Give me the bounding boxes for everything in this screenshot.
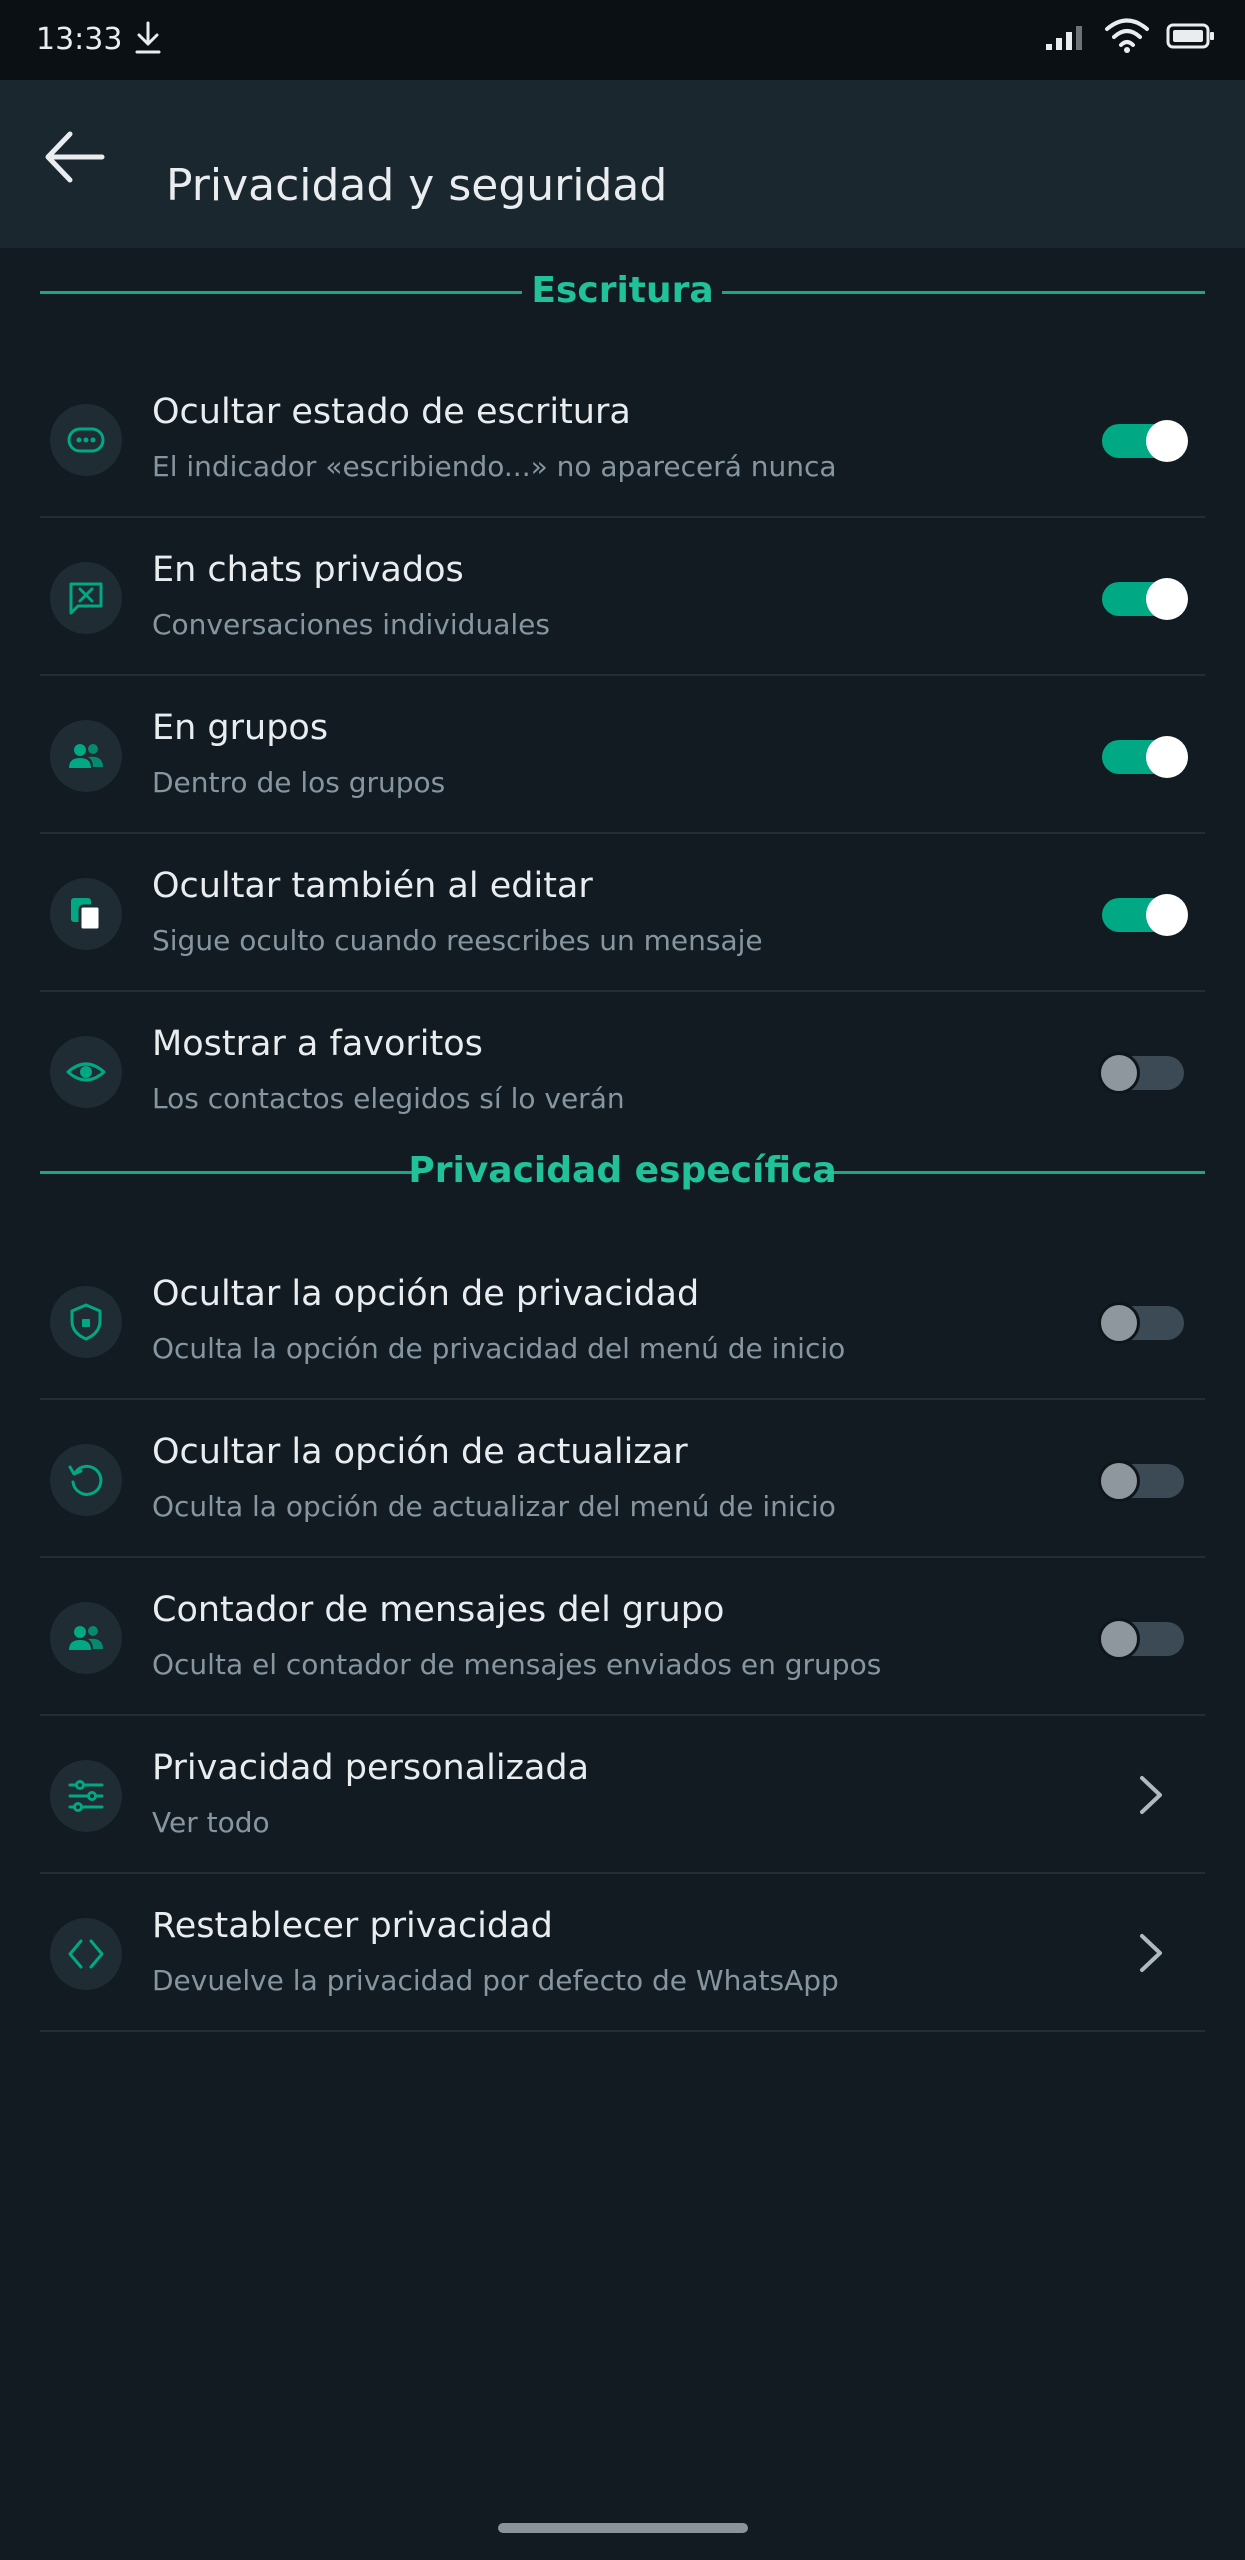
row-title: Privacidad personalizada: [152, 1748, 590, 1788]
battery-icon: [1166, 23, 1214, 49]
row-title: En chats privados: [152, 550, 464, 590]
code-brackets-icon: [68, 1939, 104, 1969]
toggle-switch[interactable]: [1098, 1460, 1188, 1502]
row-in-groups[interactable]: En grupos Dentro de los grupos: [40, 676, 1205, 834]
row-subtitle: Los contactos elegidos sí lo verán: [152, 1082, 625, 1115]
row-title: Ocultar la opción de actualizar: [152, 1432, 688, 1472]
shield-icon: [70, 1303, 102, 1341]
download-icon: [135, 21, 161, 54]
toggle-switch[interactable]: [1098, 420, 1188, 462]
refresh-icon: [68, 1464, 103, 1496]
typing-bubble-icon: [67, 427, 105, 453]
row-icon-container: [50, 720, 122, 792]
home-indicator[interactable]: [498, 2523, 748, 2533]
row-title: Mostrar a favoritos: [152, 1024, 483, 1064]
row-custom-privacy[interactable]: Privacidad personalizada Ver todo: [40, 1716, 1205, 1874]
row-title: Restablecer privacidad: [152, 1906, 553, 1946]
eye-icon: [66, 1062, 106, 1082]
signal-icon: [1046, 26, 1082, 50]
row-subtitle: Oculta el contador de mensajes enviados …: [152, 1648, 882, 1681]
section-header-escritura: Escritura: [40, 262, 1205, 322]
copy-icon: [71, 898, 102, 932]
page-title: Privacidad y seguridad: [166, 160, 668, 211]
row-private-chats[interactable]: En chats privados Conversaciones individ…: [40, 518, 1205, 676]
row-icon-container: [50, 1918, 122, 1990]
group-icon: [69, 744, 103, 768]
chevron-right-icon[interactable]: [1130, 1772, 1170, 1818]
status-time: 13:33: [36, 22, 123, 57]
toggle-switch[interactable]: [1098, 1302, 1188, 1344]
row-title: Contador de mensajes del grupo: [152, 1590, 725, 1630]
status-bar: 13:33: [0, 0, 1245, 80]
row-title: En grupos: [152, 708, 329, 748]
row-icon-container: [50, 562, 122, 634]
row-hide-typing-status[interactable]: Ocultar estado de escritura El indicador…: [40, 360, 1205, 518]
app-bar: Privacidad y seguridad: [0, 80, 1245, 248]
row-icon-container: [50, 1286, 122, 1358]
row-subtitle: Sigue oculto cuando reescribes un mensaj…: [152, 924, 763, 957]
row-subtitle: Ver todo: [152, 1806, 270, 1839]
row-divider: [40, 2030, 1205, 2032]
row-icon-container: [50, 1444, 122, 1516]
toggle-switch[interactable]: [1098, 1618, 1188, 1660]
section-divider-right: [722, 291, 1205, 294]
row-show-to-favorites[interactable]: Mostrar a favoritos Los contactos elegid…: [40, 992, 1205, 1150]
back-button[interactable]: [40, 122, 130, 206]
row-icon-container: [50, 1036, 122, 1108]
toggle-switch[interactable]: [1098, 736, 1188, 778]
row-subtitle: Dentro de los grupos: [152, 766, 446, 799]
group-icon: [69, 1626, 103, 1650]
row-title: Ocultar la opción de privacidad: [152, 1274, 700, 1314]
row-hide-when-editing[interactable]: Ocultar también al editar Sigue oculto c…: [40, 834, 1205, 992]
row-icon-container: [50, 1602, 122, 1674]
wifi-icon: [1105, 18, 1149, 53]
row-reset-privacy[interactable]: Restablecer privacidad Devuelve la priva…: [40, 1874, 1205, 2032]
row-icon-container: [50, 1760, 122, 1832]
chevron-right-icon[interactable]: [1130, 1930, 1170, 1976]
row-subtitle: Oculta la opción de privacidad del menú …: [152, 1332, 846, 1365]
row-subtitle: El indicador «escribiendo...» no aparece…: [152, 450, 837, 483]
row-subtitle: Devuelve la privacidad por defecto de Wh…: [152, 1964, 839, 1997]
section-header-privacidad-especifica: Privacidad específica: [40, 1142, 1205, 1202]
toggle-switch[interactable]: [1098, 894, 1188, 936]
row-group-message-counter[interactable]: Contador de mensajes del grupo Oculta el…: [40, 1558, 1205, 1716]
row-hide-update-option[interactable]: Ocultar la opción de actualizar Oculta l…: [40, 1400, 1205, 1558]
back-arrow-icon: [45, 131, 105, 183]
chat-cross-icon: [69, 582, 103, 615]
sliders-icon: [68, 1780, 104, 1812]
app-root: 13:33 Privacidad y seguridad Escritura O…: [0, 0, 1245, 2560]
row-subtitle: Conversaciones individuales: [152, 608, 550, 641]
row-title: Ocultar también al editar: [152, 866, 593, 906]
row-hide-privacy-option[interactable]: Ocultar la opción de privacidad Oculta l…: [40, 1242, 1205, 1400]
row-title: Ocultar estado de escritura: [152, 392, 631, 432]
row-icon-container: [50, 404, 122, 476]
toggle-switch[interactable]: [1098, 578, 1188, 620]
row-icon-container: [50, 878, 122, 950]
section-divider-right: [825, 1171, 1205, 1174]
row-subtitle: Oculta la opción de actualizar del menú …: [152, 1490, 836, 1523]
toggle-switch[interactable]: [1098, 1052, 1188, 1094]
